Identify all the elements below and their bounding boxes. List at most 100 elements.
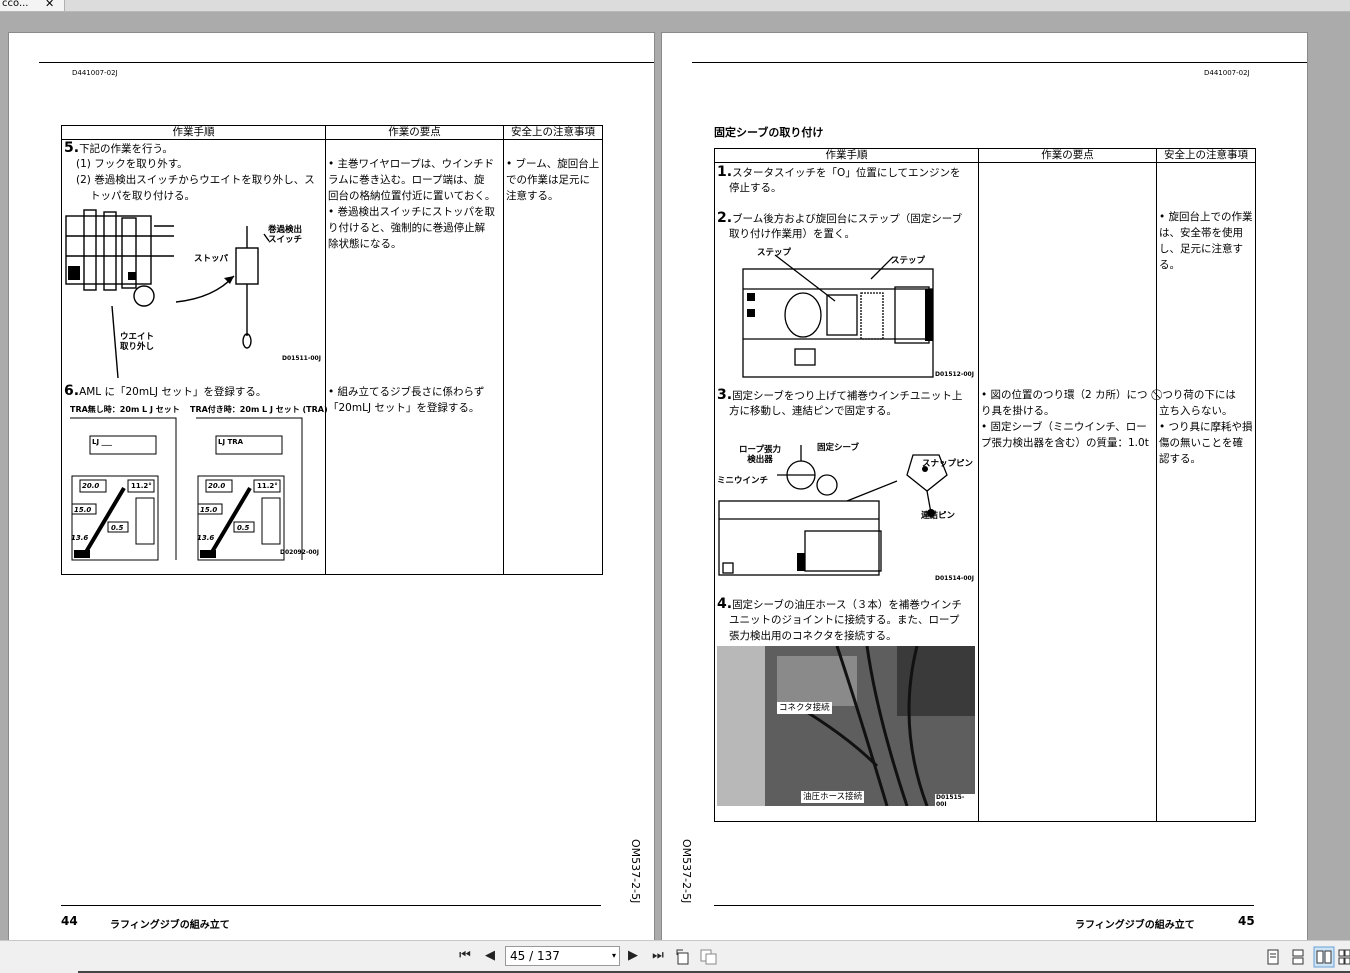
- safety-line: 注意する。: [506, 190, 559, 202]
- two-page-continuous-icon[interactable]: [1338, 949, 1350, 965]
- close-icon[interactable]: ✕: [45, 0, 54, 9]
- safety-line: は、安全帯を使用: [1159, 227, 1243, 239]
- lcd-text-b: LJ TRA: [218, 438, 244, 446]
- lcd-text-a: LJ ___: [92, 438, 113, 446]
- rotate-page-icon[interactable]: [675, 949, 693, 965]
- step-number: 6.: [64, 383, 80, 399]
- connect-pin-label: 連結ピン: [921, 511, 956, 521]
- caption-with-tra: TRA付き時：20m L J セット (TRA): [190, 405, 328, 414]
- step-3-cont: 方に移動し、連結ピンで固定する。: [729, 405, 897, 417]
- side-code: OM537-2-5J: [680, 839, 693, 904]
- single-page-view-icon[interactable]: [1266, 949, 1280, 965]
- switch-label-b: スイッチ: [268, 235, 303, 245]
- procedure-table: 作業手順 作業の要点 安全上の注意事項 1.スタータスイッチを「O」位置にしてエ…: [714, 148, 1256, 822]
- step-number: 3.: [717, 387, 733, 403]
- step-text: 下記の作業を行う。: [79, 143, 173, 155]
- point-line: 除状態になる。: [328, 238, 402, 250]
- step-4-cont: ユニットのジョイントに接続する。また、ロープ: [729, 614, 960, 626]
- step-3: 3.固定シーブをつり上げて補巻ウインチユニット上: [717, 387, 962, 404]
- boom-length-b: 20.0: [208, 482, 226, 490]
- safety-line: • 旋回台上での作業: [1159, 211, 1253, 223]
- weight-label-b: 取り外し: [120, 342, 155, 352]
- point-line: り具を掛ける。: [981, 405, 1055, 417]
- step-5-safety: • ブーム、旋回台上 での作業は足元に 注意する。: [506, 156, 602, 204]
- radius-b: 15.0: [200, 506, 218, 514]
- col-divider: [503, 126, 504, 574]
- step-text: AML に「20mLJ セット」を登録する。: [79, 386, 267, 398]
- safety-line: 認する。: [1159, 453, 1201, 465]
- safety-line: る。: [1159, 259, 1180, 271]
- page-indicator: 45 / 137: [510, 949, 560, 963]
- point-line: • 巻過検出スイッチにストッパを取: [328, 206, 496, 218]
- document-tab[interactable]: cco... ✕: [0, 0, 65, 11]
- next-page-button[interactable]: ▶: [623, 947, 643, 965]
- section-title: 固定シーブの取り付け: [714, 126, 824, 139]
- header-points: 作業の要点: [388, 126, 441, 138]
- safety-line: • ブーム、旋回台上: [506, 158, 600, 170]
- step-3-safety: ⃠ つり荷の下には 立ち入らない。 • つり具に摩耗や損 傷の無いことを確 認す…: [1159, 387, 1255, 467]
- document-viewer[interactable]: D441007-02J 作業手順 作業の要点 安全上の注意事項 5.下記の作業を…: [0, 12, 1350, 947]
- copy-page-icon[interactable]: [700, 949, 718, 965]
- point-line: 回台の格納位置付近に置いておく。: [328, 190, 496, 202]
- switch-label: 巻過検出 スイッチ: [268, 225, 302, 245]
- step-5-sub2: (2) 巻過検出スイッチからウエイトを取り外し、ス: [76, 174, 315, 186]
- point-line: • 固定シーブ（ミニウインチ、ロー: [981, 421, 1147, 433]
- first-page-button[interactable]: ⏮: [455, 947, 475, 965]
- hose-label: 油圧ホース接続: [801, 791, 865, 803]
- rope-label-b: 検出器: [747, 455, 773, 465]
- footer-title: ラフィングジブの組み立て: [1075, 920, 1195, 931]
- figure-code: D01514-00J: [935, 575, 974, 582]
- hose-lines: [796, 646, 929, 806]
- angle-b: 11.2°: [257, 482, 278, 490]
- header-points: 作業の要点: [1041, 149, 1094, 161]
- safety-line: 傷の無いことを確: [1159, 437, 1243, 449]
- step-1: 1.スタータスイッチを「O」位置にしてエンジンを: [717, 164, 961, 181]
- point-line: り付けると、強制的に巻過停止解: [328, 222, 486, 234]
- radius-a: 15.0: [74, 506, 92, 514]
- page-45: D441007-02J 固定シーブの取り付け 作業手順 作業の要点 安全上の注意…: [661, 32, 1308, 947]
- col-divider: [325, 126, 326, 574]
- step-2-safety: • 旋回台上での作業 は、安全帯を使用 し、足元に注意す る。: [1159, 209, 1255, 273]
- step-2-cont: 取り付け作業用）を置く。: [729, 228, 855, 240]
- header-rule: [715, 162, 1255, 163]
- ratio-a: 13.6: [71, 534, 89, 542]
- step-6: 6.AML に「20mLJ セット」を登録する。: [64, 383, 266, 400]
- hose-connection-photo: コネクタ接続 油圧ホース接続 D01515-00J: [717, 646, 975, 806]
- header-procedure: 作業手順: [825, 149, 868, 161]
- boom-length-a: 20.0: [82, 482, 100, 490]
- step-5-points: • 主巻ワイヤロープは、ウインチド ラムに巻き込む。ロープ端は、旋 回台の格納位…: [328, 156, 502, 252]
- doc-id: D441007-02J: [1204, 69, 1250, 77]
- footer-rule: [714, 905, 1254, 906]
- point-line: 「20mLJ セット」を登録する。: [328, 402, 480, 414]
- safety-line: 立ち入らない。: [1159, 405, 1233, 417]
- ratio-b: 13.6: [197, 534, 215, 542]
- weight-label-a: ウエイト: [120, 332, 155, 342]
- point-line: • 主巻ワイヤロープは、ウインチド: [328, 158, 495, 170]
- header-safety: 安全上の注意事項: [511, 126, 595, 138]
- switch-label-a: 巻過検出: [268, 225, 303, 235]
- last-page-button[interactable]: ⏭: [648, 947, 668, 965]
- footer-title: ラフィングジブの組み立て: [110, 920, 230, 931]
- header-safety: 安全上の注意事項: [1164, 149, 1248, 161]
- continuous-view-icon[interactable]: [1291, 949, 1305, 965]
- page-number: 45: [1238, 914, 1255, 928]
- step-text: 固定シーブの油圧ホース（３本）を補巻ウインチ: [732, 599, 962, 611]
- col-divider: [1156, 149, 1157, 821]
- load-b: 0.5: [237, 524, 250, 532]
- footer-rule: [61, 905, 601, 906]
- chevron-down-icon[interactable]: ▾: [612, 947, 616, 965]
- page-number-input[interactable]: 45 / 137 ▾: [505, 946, 620, 966]
- page-44: D441007-02J 作業手順 作業の要点 安全上の注意事項 5.下記の作業を…: [8, 32, 655, 947]
- step-text: スタータスイッチを「O」位置にしてエンジンを: [732, 167, 961, 179]
- previous-page-button[interactable]: ◀: [480, 947, 500, 965]
- procedure-table: 作業手順 作業の要点 安全上の注意事項 5.下記の作業を行う。 (1) フックを…: [61, 125, 603, 575]
- figure-code: D02092-00J: [280, 549, 319, 556]
- header-procedure: 作業手順: [172, 126, 215, 138]
- tab-bar: cco... ✕: [0, 0, 1350, 12]
- tab-title: cco...: [2, 0, 29, 9]
- two-page-view-icon[interactable]: [1313, 946, 1335, 968]
- stopper-label: ストッパ: [194, 254, 229, 264]
- header-rule: [39, 62, 654, 63]
- step-label-a: ステップ: [757, 248, 792, 258]
